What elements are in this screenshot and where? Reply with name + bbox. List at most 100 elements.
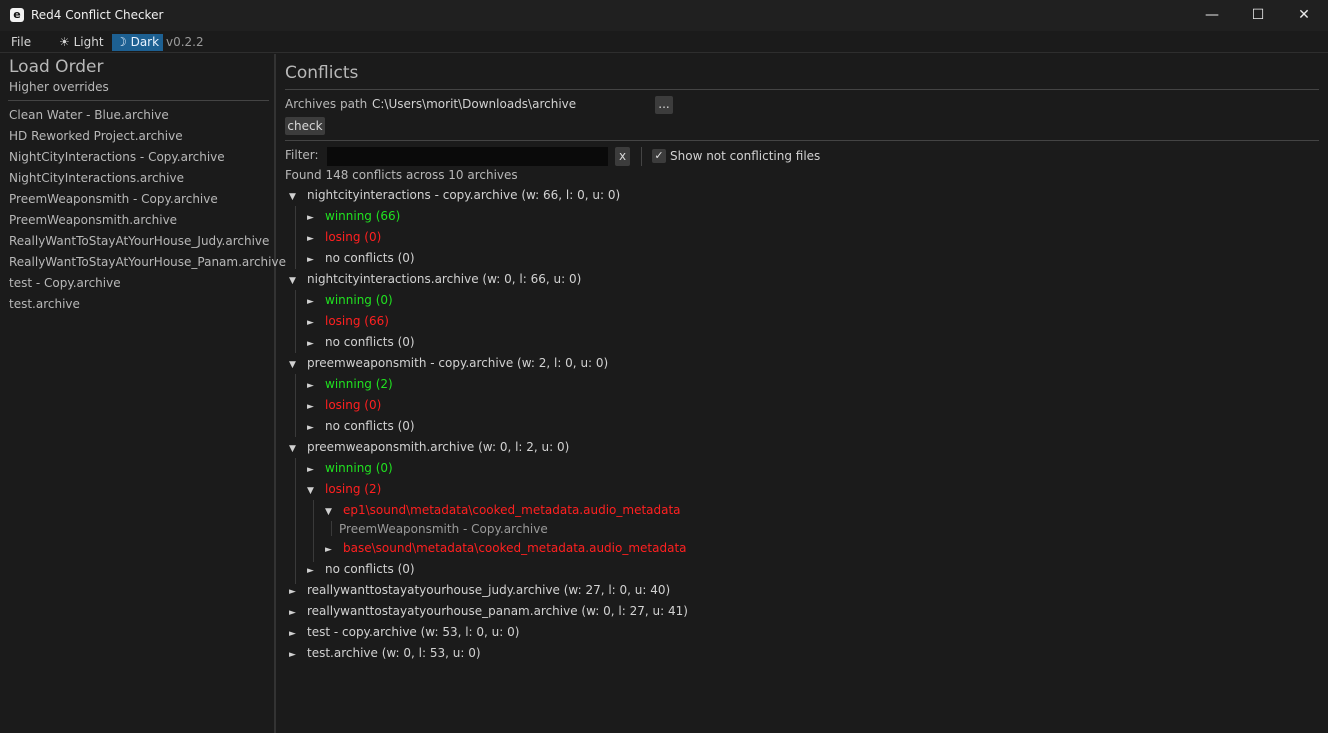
expanded-icon: ▼ bbox=[289, 276, 296, 286]
archive-node[interactable]: ► test.archive (w: 0, l: 53, u: 0) bbox=[289, 644, 481, 662]
no-conflicts-label: no conflicts (0) bbox=[325, 251, 415, 265]
tree-guide bbox=[331, 521, 332, 536]
expanded-icon: ▼ bbox=[307, 486, 314, 496]
minimize-button[interactable]: — bbox=[1189, 0, 1235, 31]
tree-guide bbox=[295, 206, 296, 269]
load-order-panel: Load Order Higher overrides Clean Water … bbox=[0, 54, 286, 733]
no-conflicts-label: no conflicts (0) bbox=[325, 335, 415, 349]
collapsed-icon: ► bbox=[325, 545, 332, 555]
no-conflicts-node[interactable]: ► no conflicts (0) bbox=[307, 333, 415, 351]
winning-archive-name: PreemWeaponsmith - Copy.archive bbox=[339, 522, 548, 536]
tree-guide bbox=[295, 374, 296, 437]
winning-node[interactable]: ► winning (0) bbox=[307, 291, 393, 309]
browse-button[interactable]: ... bbox=[655, 96, 673, 114]
no-conflicts-node[interactable]: ► no conflicts (0) bbox=[307, 249, 415, 267]
close-button[interactable]: ✕ bbox=[1281, 0, 1327, 31]
losing-node[interactable]: ▼ losing (2) bbox=[307, 480, 381, 498]
expanded-icon: ▼ bbox=[289, 192, 296, 202]
load-order-item[interactable]: HD Reworked Project.archive bbox=[9, 127, 183, 145]
collapsed-icon: ► bbox=[307, 381, 314, 391]
load-order-item[interactable]: NightCityInteractions - Copy.archive bbox=[9, 148, 225, 166]
conflict-file-path: base\sound\metadata\cooked_metadata.audi… bbox=[343, 541, 687, 555]
archive-node[interactable]: ▼ nightcityinteractions.archive (w: 0, l:… bbox=[289, 270, 581, 288]
filter-input[interactable] bbox=[327, 147, 608, 166]
losing-node[interactable]: ► losing (0) bbox=[307, 228, 381, 246]
no-conflicts-node[interactable]: ► no conflicts (0) bbox=[307, 560, 415, 578]
no-conflicts-label: no conflicts (0) bbox=[325, 419, 415, 433]
theme-light-button[interactable]: ☀ Light bbox=[55, 34, 108, 51]
winning-label: winning (0) bbox=[325, 293, 393, 307]
maximize-button[interactable]: ☐ bbox=[1235, 0, 1281, 31]
archive-label: preemweaponsmith.archive (w: 0, l: 2, u:… bbox=[307, 440, 570, 454]
conflicts-title: Conflicts bbox=[285, 63, 359, 83]
conflict-file-node[interactable]: ► base\sound\metadata\cooked_metadata.aud… bbox=[325, 539, 687, 557]
load-order-item[interactable]: Clean Water - Blue.archive bbox=[9, 106, 169, 124]
menu-file[interactable]: File bbox=[7, 34, 35, 51]
collapsed-icon: ► bbox=[289, 587, 296, 597]
divider bbox=[641, 147, 642, 166]
archive-node[interactable]: ► test - copy.archive (w: 53, l: 0, u: 0) bbox=[289, 623, 519, 641]
archives-path-value: C:\Users\morit\Downloads\archive bbox=[372, 97, 577, 111]
load-order-title: Load Order bbox=[9, 57, 104, 77]
divider bbox=[285, 140, 1319, 141]
menu-bar: File ☀ Light ☽ Dark v0.2.2 bbox=[0, 31, 1328, 53]
archive-label: test - copy.archive (w: 53, l: 0, u: 0) bbox=[307, 625, 520, 639]
collapsed-icon: ► bbox=[289, 650, 296, 660]
collapsed-icon: ► bbox=[307, 213, 314, 223]
archive-node[interactable]: ▼ preemweaponsmith - copy.archive (w: 2, … bbox=[289, 354, 608, 372]
conflicts-summary: Found 148 conflicts across 10 archives bbox=[285, 168, 518, 182]
losing-label: losing (0) bbox=[325, 398, 382, 412]
show-not-conflicting-label[interactable]: Show not conflicting files bbox=[670, 149, 820, 163]
losing-label: losing (66) bbox=[325, 314, 389, 328]
collapsed-icon: ► bbox=[307, 339, 314, 349]
load-order-item[interactable]: PreemWeaponsmith.archive bbox=[9, 211, 177, 229]
conflict-file-path: ep1\sound\metadata\cooked_metadata.audio… bbox=[343, 503, 681, 517]
clear-filter-button[interactable]: x bbox=[615, 147, 630, 166]
load-order-item[interactable]: NightCityInteractions.archive bbox=[9, 169, 184, 187]
winning-label: winning (0) bbox=[325, 461, 393, 475]
load-order-item[interactable]: test.archive bbox=[9, 295, 80, 313]
winning-node[interactable]: ► winning (2) bbox=[307, 375, 393, 393]
collapsed-icon: ► bbox=[289, 608, 296, 618]
expanded-icon: ▼ bbox=[289, 360, 296, 370]
archive-node[interactable]: ► reallywanttostayatyourhouse_judy.archiv… bbox=[289, 581, 670, 599]
load-order-item[interactable]: test - Copy.archive bbox=[9, 274, 121, 292]
collapsed-icon: ► bbox=[307, 465, 314, 475]
archive-node[interactable]: ▼ nightcityinteractions - copy.archive (w… bbox=[289, 186, 620, 204]
check-button[interactable]: check bbox=[285, 117, 325, 135]
collapsed-icon: ► bbox=[307, 234, 314, 244]
losing-label: losing (2) bbox=[325, 482, 382, 496]
collapsed-icon: ► bbox=[307, 255, 314, 265]
version-label: v0.2.2 bbox=[166, 35, 204, 49]
collapsed-icon: ► bbox=[307, 297, 314, 307]
archive-label: reallywanttostayatyourhouse_judy.archive… bbox=[307, 583, 671, 597]
archives-path-label: Archives path bbox=[285, 97, 368, 111]
divider bbox=[8, 100, 269, 101]
losing-node[interactable]: ► losing (66) bbox=[307, 312, 389, 330]
expanded-icon: ▼ bbox=[289, 444, 296, 454]
title-bar: e Red4 Conflict Checker — ☐ ✕ bbox=[0, 0, 1328, 31]
archive-node[interactable]: ► reallywanttostayatyourhouse_panam.archi… bbox=[289, 602, 688, 620]
archive-label: test.archive (w: 0, l: 53, u: 0) bbox=[307, 646, 481, 660]
show-not-conflicting-checkbox[interactable]: ✓ bbox=[652, 149, 666, 163]
no-conflicts-node[interactable]: ► no conflicts (0) bbox=[307, 417, 415, 435]
conflict-file-node[interactable]: ▼ ep1\sound\metadata\cooked_metadata.audi… bbox=[325, 501, 681, 519]
collapsed-icon: ► bbox=[307, 318, 314, 328]
winning-node[interactable]: ► winning (66) bbox=[307, 207, 400, 225]
tree-guide bbox=[313, 500, 314, 562]
load-order-item[interactable]: PreemWeaponsmith - Copy.archive bbox=[9, 190, 218, 208]
app-icon: e bbox=[10, 8, 24, 22]
losing-node[interactable]: ► losing (0) bbox=[307, 396, 381, 414]
archive-node[interactable]: ▼ preemweaponsmith.archive (w: 0, l: 2, u… bbox=[289, 438, 569, 456]
winning-label: winning (66) bbox=[325, 209, 401, 223]
losing-label: losing (0) bbox=[325, 230, 382, 244]
tree-guide bbox=[295, 290, 296, 353]
winning-archive-entry: PreemWeaponsmith - Copy.archive bbox=[339, 520, 548, 538]
winning-node[interactable]: ► winning (0) bbox=[307, 459, 393, 477]
collapsed-icon: ► bbox=[307, 423, 314, 433]
load-order-item[interactable]: ReallyWantToStayAtYourHouse_Panam.archiv… bbox=[9, 253, 286, 271]
archive-label: reallywanttostayatyourhouse_panam.archiv… bbox=[307, 604, 688, 618]
collapsed-icon: ► bbox=[307, 566, 314, 576]
load-order-item[interactable]: ReallyWantToStayAtYourHouse_Judy.archive bbox=[9, 232, 269, 250]
theme-dark-button[interactable]: ☽ Dark bbox=[112, 34, 164, 51]
